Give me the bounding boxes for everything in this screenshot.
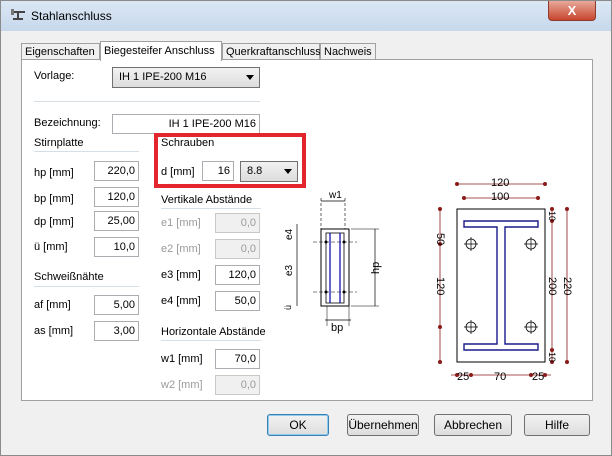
as-label: as [mm] [34,325,74,337]
w1-label: w1 [mm] [161,353,203,365]
highlight-box [154,133,306,188]
title-bar[interactable]: Stahlanschluss X [1,1,611,31]
as-input[interactable]: 3,00 [94,321,139,341]
bolt-point [342,240,346,244]
bottom-left-label: 25 [457,371,469,383]
horizontal-heading: Horizontale Abstände [161,326,266,338]
vorlage-select[interactable]: IH 1 IPE-200 M16 [112,67,260,88]
dp-label: dp [mm] [34,216,74,228]
w1-dim-label: w1 [328,190,342,201]
dim-marker [462,196,466,200]
tab-nachweis[interactable]: Nachweis [320,43,376,59]
separator [34,151,139,152]
separator [34,286,139,287]
front-view-drawing: 120 100 50 120 10 200 10 220 25 70 25 [434,177,573,383]
u-label: ü [mm] [34,241,68,253]
e3-dim-label: e3 [284,264,295,276]
dim-120-label: 120 [434,277,446,295]
bottom-right-label: 25 [532,371,544,383]
separator [34,101,260,102]
apply-button[interactable]: Übernehmen [347,414,419,436]
dim-marker [438,325,442,329]
help-button[interactable]: Hilfe [524,414,590,436]
dim-marker [438,360,442,364]
bottom-mid-label: 70 [494,371,506,383]
e3-input[interactable]: 120,0 [215,265,260,285]
e4-input[interactable]: 50,0 [215,291,260,311]
stirnplatte-heading: Stirnplatte [34,137,84,149]
bezeichnung-label: Bezeichnung: [34,117,101,129]
dim-marker [469,373,473,377]
w1-input[interactable]: 70,0 [215,349,260,369]
dim-220-label: 220 [561,277,573,295]
hp-label: hp [mm] [34,167,74,179]
schweissnaehte-heading: Schweißnähte [34,271,104,283]
top-width-label: 120 [491,177,509,189]
bolt-point [342,290,346,294]
tab-querkraftanschluss[interactable]: Querkraftanschluss [222,43,321,59]
vorlage-label: Vorlage: [34,70,75,82]
dim-marker [536,196,540,200]
u-dim-label: ü [283,305,293,310]
e4-label: e4 [mm] [161,295,201,307]
flange-width-label: 100 [491,191,509,203]
dim-marker [455,182,459,186]
af-input[interactable]: 5,00 [94,295,139,315]
bp-label: bp [mm] [34,193,74,205]
af-label: af [mm] [34,299,71,311]
bp-dim-label: bp [331,322,343,334]
window-title: Stahlanschluss [31,9,112,23]
ok-button[interactable]: OK [267,414,329,436]
e1-label: e1 [mm] [161,217,201,229]
vorlage-value: IH 1 IPE-200 M16 [119,71,207,83]
bp-input[interactable]: 120,0 [94,187,139,207]
e1-input[interactable]: 0,0 [215,213,260,233]
e2-input[interactable]: 0,0 [215,239,260,259]
end-plate-front [456,208,546,363]
tab-biegesteifer-anschluss[interactable]: Biegesteifer Anschluss [100,41,222,61]
dim-marker [543,182,547,186]
dim-200-label: 200 [546,277,558,295]
dim-marker [438,207,442,211]
dialog-window: Stahlanschluss X Eigenschaften Biegestei… [0,0,612,456]
separator [161,208,261,209]
dim-10-top-label: 10 [547,211,557,221]
bezeichnung-input[interactable]: IH 1 IPE-200 M16 [112,114,260,134]
end-plate [320,228,350,307]
dim-marker [565,360,569,364]
chevron-down-icon [246,75,254,80]
close-button[interactable]: X [548,1,596,21]
e3-label: e3 [mm] [161,269,201,281]
vertikal-heading: Vertikale Abstände [161,194,253,206]
dim-50-label: 50 [434,233,446,245]
e2-label: e2 [mm] [161,243,201,255]
bolt-point [324,240,328,244]
hp-dim-label: hp [370,262,382,274]
steel-connection-icon [11,9,25,20]
dim-marker [565,207,569,211]
w2-input[interactable]: 0,0 [215,375,260,395]
e4-dim-label: e4 [284,228,295,240]
u-input[interactable]: 10,0 [94,237,139,257]
side-view-drawing: w1 e4 e3 ü hp bp [283,190,382,334]
bolt-point [324,290,328,294]
dp-input[interactable]: 25,00 [94,211,139,231]
dim-10-bottom-label: 10 [547,352,557,362]
hp-input[interactable]: 220,0 [94,161,139,181]
separator [161,340,261,341]
w2-label: w2 [mm] [161,379,203,391]
cancel-button[interactable]: Abbrechen [434,414,512,436]
tab-eigenschaften[interactable]: Eigenschaften [21,43,100,59]
